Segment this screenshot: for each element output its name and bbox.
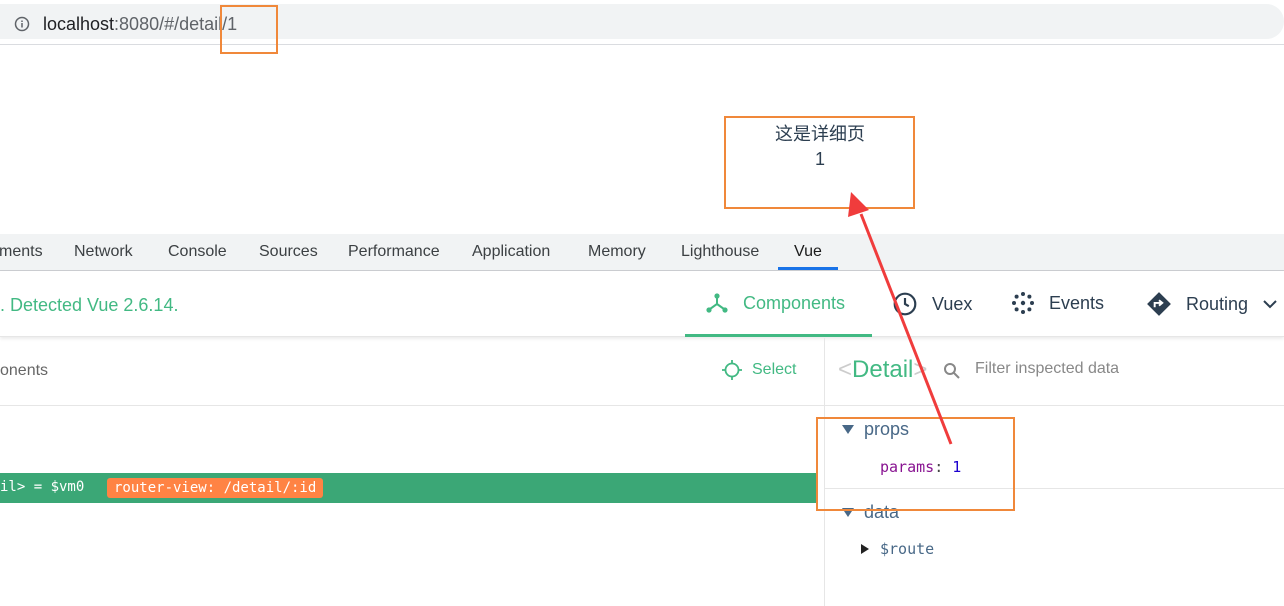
devtools-tab-strip: ments Network Console Sources Performanc… (0, 234, 1284, 271)
routing-icon (1147, 292, 1171, 316)
inspected-component-label: Detail (852, 356, 914, 383)
url-path: :8080/#/detail/1 (114, 14, 238, 34)
tab-memory[interactable]: Memory (588, 243, 646, 261)
annotation-box-page (724, 116, 915, 209)
vue-tab-components[interactable]: Components (705, 291, 845, 315)
vue-tab-components-label: Components (743, 292, 846, 313)
vue-tab-events-label: Events (1049, 292, 1105, 313)
tab-sources[interactable]: Sources (259, 243, 318, 261)
tab-elements[interactable]: ments (0, 243, 43, 261)
tab-lighthouse[interactable]: Lighthouse (681, 243, 759, 261)
url-text[interactable]: localhost:8080/#/detail/1 (43, 14, 237, 35)
components-pane-header: onents Select (0, 338, 824, 406)
open-angle: < (838, 356, 853, 383)
active-tab-indicator (778, 267, 838, 270)
close-angle: > (913, 356, 928, 383)
annotation-box-url (220, 5, 278, 54)
tab-vue[interactable]: Vue (794, 243, 822, 261)
tab-application[interactable]: Application (472, 243, 550, 261)
clock-icon (893, 292, 917, 316)
omnibox[interactable]: localhost:8080/#/detail/1 (0, 4, 1284, 39)
vue-tab-routing-label: Routing (1186, 293, 1249, 314)
component-name: il> = $vm0 (0, 479, 85, 495)
vue-tab-events[interactable]: Events (1011, 291, 1104, 315)
info-icon[interactable] (14, 16, 30, 32)
select-button-label: Select (752, 361, 797, 378)
select-component-button[interactable]: Select (722, 360, 796, 380)
tab-performance[interactable]: Performance (348, 243, 440, 261)
inspected-component-name: <Detail> (838, 356, 927, 384)
components-pane-title: onents (0, 362, 49, 379)
tab-network[interactable]: Network (74, 243, 133, 261)
data-route-item[interactable]: $route (861, 540, 934, 558)
router-view-badge: router-view: /detail/:id (107, 478, 324, 498)
tab-console[interactable]: Console (168, 243, 227, 261)
vue-tab-vuex-label: Vuex (932, 293, 973, 314)
component-tree-row[interactable]: il> = $vm0 router-view: /detail/:id (0, 473, 816, 503)
vue-tab-routing[interactable]: Routing (1146, 291, 1248, 317)
url-host: localhost (43, 14, 115, 34)
inspector-header: <Detail> (825, 338, 1284, 406)
components-icon (706, 293, 728, 313)
annotation-box-props (816, 417, 1015, 511)
vue-devtools-header: . Detected Vue 2.6.14. Components Vuex E… (0, 271, 1284, 337)
vue-version-text: . Detected Vue 2.6.14. (0, 295, 179, 315)
vue-tab-vuex[interactable]: Vuex (892, 291, 972, 317)
filter-inspected-data-input[interactable] (975, 360, 1275, 378)
events-icon (1012, 292, 1034, 314)
address-bar: localhost:8080/#/detail/1 (0, 0, 1284, 45)
chevron-down-icon[interactable] (1262, 296, 1278, 312)
collapsed-triangle-icon (861, 544, 869, 554)
route-key: $route (880, 540, 935, 558)
crosshair-icon (722, 360, 742, 380)
vue-active-tab-indicator (685, 334, 872, 337)
search-icon (944, 363, 960, 379)
